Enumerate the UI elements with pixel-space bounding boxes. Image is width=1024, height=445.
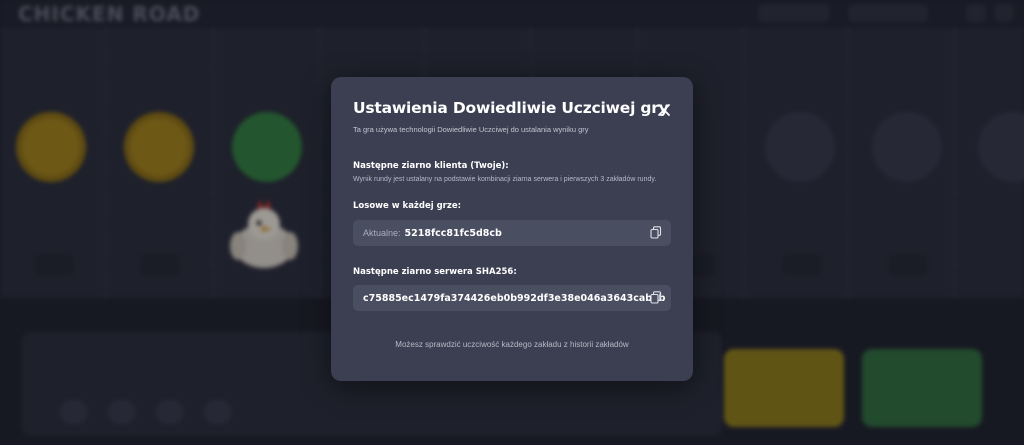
copy-icon [650,226,662,239]
current-seed-value: 5218fcc81fc5d8cb [404,227,502,239]
copy-button[interactable] [650,226,662,239]
copy-icon [650,291,662,304]
current-seed-field[interactable]: Aktualne: 5218fcc81fc5d8cb [353,220,671,246]
server-seed-label: Następne ziarno serwera SHA256: [353,267,517,277]
dialog-title: Ustawienia Dowiedliwie Uczciwej gry [353,99,669,117]
current-seed-prefix: Aktualne: [363,228,401,238]
copy-button[interactable] [650,291,662,304]
dialog-footer-note: Możesz sprawdzić uczciwość każdego zakła… [395,340,629,349]
client-seed-description: Wynik rundy jest ustalany na podstawie k… [353,176,657,183]
provably-fair-dialog: Ustawienia Dowiedliwie Uczciwej gry Ta g… [331,77,693,381]
server-seed-field[interactable]: c75885ec1479fa374426eb0b992df3e38e046a36… [353,285,671,311]
close-button[interactable] [653,99,675,121]
random-seed-label: Losowe w każdej grze: [353,201,461,211]
server-seed-value: c75885ec1479fa374426eb0b992df3e38e046a36… [363,292,666,304]
client-seed-label: Następne ziarno klienta (Twoje): [353,161,509,171]
dialog-intro: Ta gra używa technologii Dowiedliwie Ucz… [353,125,589,134]
close-icon [658,104,670,116]
